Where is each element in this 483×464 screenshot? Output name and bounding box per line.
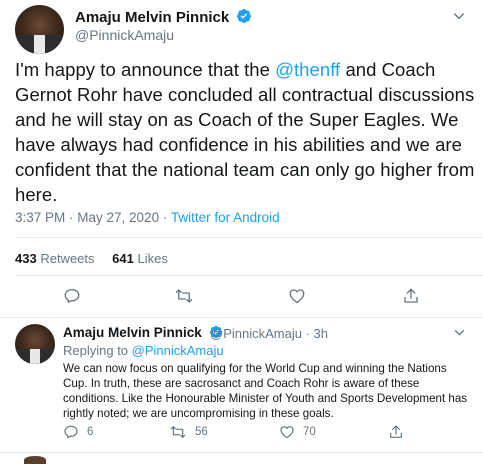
share-icon [404, 288, 418, 303]
tweet-menu-button[interactable] [452, 9, 466, 28]
reply-reply-button[interactable]: 6 [63, 424, 93, 440]
reply-tweet[interactable]: Amaju Melvin Pinnick @PinnickAmaju · 3h … [0, 318, 483, 460]
replying-to: Replying to @PinnickAmaju [63, 343, 224, 358]
mention-link[interactable]: @thenff [275, 59, 340, 80]
reply-avatar[interactable] [15, 324, 55, 364]
retweets-label: Retweets [40, 251, 95, 266]
like-count: 70 [303, 426, 316, 438]
tweet-text: I'm happy to announce that the @thenff a… [15, 57, 475, 207]
retweet-count: 56 [195, 426, 208, 438]
reply-button[interactable] [61, 285, 83, 307]
retweets-count: 433 [15, 251, 37, 266]
author-name[interactable]: Amaju Melvin Pinnick [75, 9, 229, 26]
likes-stat[interactable]: 641 Likes [112, 251, 168, 266]
engagement-stats: 433 Retweets 641 Likes [15, 251, 168, 266]
reply-handle-time[interactable]: @PinnickAmaju · 3h [210, 326, 328, 341]
divider [0, 452, 483, 453]
chevron-down-icon [453, 13, 465, 20]
like-icon [289, 289, 305, 304]
like-button[interactable] [286, 285, 308, 307]
reply-icon [64, 288, 80, 304]
retweet-button[interactable] [173, 285, 195, 307]
author-handle[interactable]: @PinnickAmaju [75, 27, 174, 43]
replying-to-link[interactable]: @PinnickAmaju [132, 343, 224, 358]
replying-prefix: Replying to [63, 343, 132, 358]
likes-label: Likes [137, 251, 168, 266]
main-tweet: Amaju Melvin Pinnick @PinnickAmaju I'm h… [0, 0, 483, 318]
reply-text: We can now focus on qualifying for the W… [63, 362, 468, 420]
share-button[interactable] [400, 285, 422, 307]
source-link[interactable]: Twitter for Android [171, 210, 280, 225]
likes-count: 641 [112, 251, 134, 266]
reply-author-name[interactable]: Amaju Melvin Pinnick [63, 325, 202, 340]
divider [15, 275, 483, 276]
verified-badge-icon [237, 9, 252, 23]
avatar[interactable] [15, 5, 64, 54]
reply-like-button[interactable]: 70 [279, 424, 316, 440]
reply-share-button[interactable] [388, 424, 404, 440]
reply-author-row[interactable]: Amaju Melvin Pinnick [63, 325, 223, 340]
retweet-icon [175, 289, 193, 303]
author-name-row[interactable]: Amaju Melvin Pinnick [75, 8, 252, 26]
tweet-text-start: I'm happy to announce that the [15, 59, 276, 80]
reply-count: 6 [87, 426, 94, 438]
share-icon [390, 425, 402, 438]
chevron-down-icon [454, 329, 465, 336]
next-tweet-avatar[interactable] [24, 456, 46, 464]
timestamp[interactable]: 3:37 PM · May 27, 2020 · [15, 210, 171, 225]
reply-menu-button[interactable] [453, 326, 466, 344]
reply-retweet-button[interactable]: 56 [169, 424, 208, 440]
reply-icon [64, 425, 78, 439]
tweet-text-rest: and Coach Gernot Rohr have concluded all… [15, 59, 475, 205]
divider [15, 237, 483, 238]
retweets-stat[interactable]: 433 Retweets [15, 251, 95, 266]
tweet-meta: 3:37 PM · May 27, 2020 · Twitter for And… [15, 210, 280, 225]
like-icon [280, 426, 294, 439]
retweet-icon [170, 426, 186, 438]
